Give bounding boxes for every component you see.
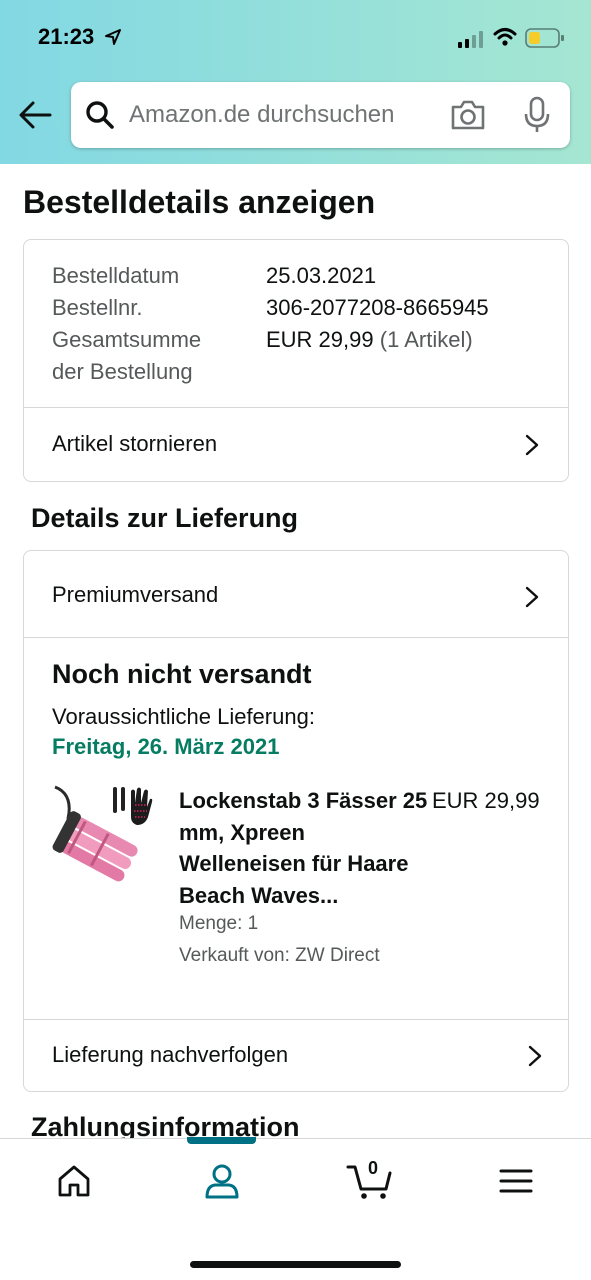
cancel-items-label: Artikel stornieren bbox=[52, 431, 218, 456]
home-icon[interactable] bbox=[54, 1161, 94, 1201]
chevron-right-icon bbox=[525, 434, 539, 456]
shipping-method-label: Premiumversand bbox=[52, 582, 219, 607]
curling-iron-product-image[interactable] bbox=[51, 783, 155, 889]
order-total-value: EUR 29,99 (1 Artikel) bbox=[266, 324, 473, 356]
page-title: Bestelldetails anzeigen bbox=[23, 184, 376, 220]
estimated-delivery-label: Voraussichtliche Lieferung: bbox=[52, 704, 315, 729]
active-tab-indicator bbox=[187, 1137, 256, 1144]
search-input[interactable] bbox=[129, 100, 429, 130]
chevron-right-icon bbox=[525, 586, 539, 608]
track-delivery-link[interactable]: Lieferung nachverfolgen bbox=[24, 1020, 568, 1091]
order-date-label: Bestelldatum bbox=[52, 263, 180, 288]
track-delivery-label: Lieferung nachverfolgen bbox=[52, 1042, 289, 1067]
delivery-card: Premiumversand Noch nicht versandt Vorau… bbox=[23, 550, 569, 1092]
bottom-navigation: 0 bbox=[0, 1137, 591, 1280]
camera-icon[interactable] bbox=[449, 98, 487, 132]
order-total-label-line2: der Bestellung bbox=[52, 359, 193, 384]
estimated-delivery-date: Freitag, 26. März 2021 bbox=[52, 734, 280, 759]
shipment-status-title: Noch nicht versandt bbox=[52, 659, 312, 689]
cellular-signal-icon bbox=[458, 31, 483, 48]
order-total-label-line1: Gesamtsumme bbox=[52, 327, 202, 352]
chevron-right-icon bbox=[528, 1045, 542, 1067]
account-icon[interactable] bbox=[202, 1161, 242, 1201]
home-indicator bbox=[190, 1261, 401, 1268]
menu-icon[interactable] bbox=[496, 1161, 536, 1201]
search-icon bbox=[86, 101, 114, 129]
cart-count: 0 bbox=[367, 1158, 378, 1178]
cart-button[interactable]: 0 bbox=[346, 1158, 394, 1201]
back-arrow-icon[interactable] bbox=[18, 100, 52, 130]
divider bbox=[24, 637, 568, 638]
order-number-value: 306-2077208-8665945 bbox=[266, 295, 489, 320]
delivery-section-title: Details zur Lieferung bbox=[31, 503, 299, 533]
order-total-item-count: (1 Artikel) bbox=[379, 327, 473, 352]
product-quantity: Menge: 1 bbox=[179, 913, 259, 934]
cancel-items-link[interactable]: Artikel stornieren bbox=[24, 408, 568, 481]
wifi-icon bbox=[493, 28, 517, 46]
order-date-value: 25.03.2021 bbox=[266, 263, 377, 288]
order-summary-card: Bestelldatum 25.03.2021 Bestellnr. 306-2… bbox=[23, 239, 569, 482]
shipping-method-link[interactable]: Premiumversand bbox=[24, 551, 568, 637]
product-name-link[interactable]: Lockenstab 3 Fässer 25 mm, Xpreen Wellen… bbox=[179, 785, 429, 911]
order-total-amount: EUR 29,99 bbox=[266, 327, 374, 352]
search-bar[interactable] bbox=[71, 82, 570, 148]
app-header: 21:23 bbox=[0, 0, 591, 164]
battery-icon bbox=[525, 28, 564, 48]
location-arrow-icon bbox=[105, 29, 121, 45]
product-price: EUR 29,99 bbox=[432, 788, 540, 813]
status-time: 21:23 bbox=[38, 24, 95, 49]
order-number-label: Bestellnr. bbox=[52, 295, 143, 320]
microphone-icon[interactable] bbox=[521, 96, 553, 134]
product-seller: Verkauft von: ZW Direct bbox=[179, 945, 380, 966]
